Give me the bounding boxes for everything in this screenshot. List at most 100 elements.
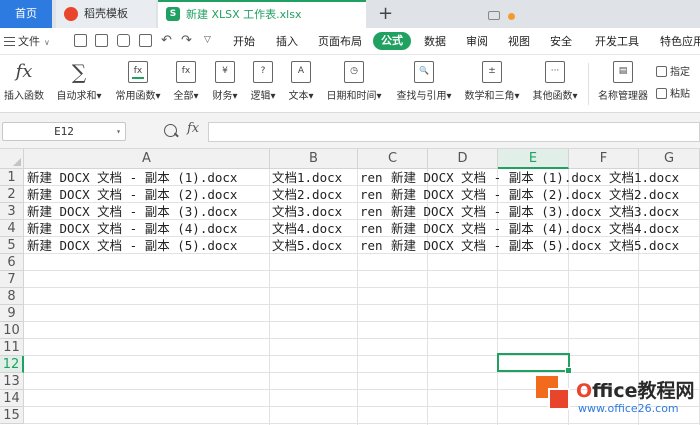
redo-icon[interactable]: ↷ [180,34,193,47]
menu-security[interactable]: 安全 [550,28,572,55]
menu-insert[interactable]: 插入 [276,28,298,55]
autosum-button[interactable]: ∑ 自动求和▾ [54,59,104,109]
row-header-5[interactable]: 5 [0,237,24,254]
column-header-f[interactable]: F [569,149,639,169]
math-trig-functions-button[interactable]: ± 数学和三角▾ [460,59,524,109]
chevron-down-icon: ∨ [44,38,50,47]
column-header-g[interactable]: G [639,149,700,169]
common-functions-button[interactable]: fx 常用函数▾ [112,59,164,109]
cell-d3[interactable]: 新建 DOCX 文档 - 副本 (3).docx 文档3.docx [391,203,700,220]
cell-d4[interactable]: 新建 DOCX 文档 - 副本 (4).docx 文档4.docx [391,220,700,237]
selected-cell-e12[interactable] [497,353,572,374]
tab-active-workbook[interactable]: S 新建 XLSX 工作表.xlsx [158,0,515,28]
save-icon[interactable] [74,34,87,47]
cell-a1[interactable]: 新建 DOCX 文档 - 副本 (1).docx [27,169,269,186]
zoom-icon[interactable] [164,124,177,137]
print-preview-icon[interactable] [139,34,152,47]
undo-icon[interactable]: ↶ [160,34,173,47]
logical-functions-button[interactable]: ? 逻辑▾ [246,59,280,109]
customize-quick-access-icon[interactable]: ▽ [201,34,214,47]
row-header-9[interactable]: 9 [0,305,24,322]
column-header-a[interactable]: A [24,149,270,169]
text-icon: A [291,61,311,83]
row-header-2[interactable]: 2 [0,186,24,203]
cell-b1[interactable]: 文档1.docx [272,169,356,186]
cell-c1[interactable]: ren [360,169,388,186]
paste-names-button[interactable]: 粘贴 [656,85,690,100]
row-header-8[interactable]: 8 [0,288,24,305]
row-header-12[interactable]: 12 [0,356,24,373]
file-menu-button[interactable]: 文件 ∨ [4,33,50,49]
button-label: 粘贴 [670,89,690,100]
cell-a5[interactable]: 新建 DOCX 文档 - 副本 (5).docx [27,237,269,254]
menu-start[interactable]: 开始 [233,28,255,55]
menu-review[interactable]: 审阅 [466,28,488,55]
date-time-functions-button[interactable]: ◷ 日期和时间▾ [322,59,386,109]
cell-a3[interactable]: 新建 DOCX 文档 - 副本 (3).docx [27,203,269,220]
select-all-corner[interactable] [0,149,24,169]
menu-featured-apps[interactable]: 特色应用 [660,28,700,55]
cell-c3[interactable]: ren [360,203,388,220]
lookup-reference-functions-button[interactable]: 🔍 查找与引用▾ [392,59,456,109]
cell-a2[interactable]: 新建 DOCX 文档 - 副本 (2).docx [27,186,269,203]
cell-a4[interactable]: 新建 DOCX 文档 - 副本 (4).docx [27,220,269,237]
grid-line [24,304,700,305]
row-header-1[interactable]: 1 [0,169,24,186]
column-header-d[interactable]: D [428,149,498,169]
menu-formulas[interactable]: 公式 [373,32,411,50]
button-label: 名称管理器 [598,91,648,102]
insert-function-icon[interactable]: fx [187,121,199,136]
insert-function-button[interactable]: fx 插入函数 [2,59,46,109]
menu-developer-tools[interactable]: 开发工具 [595,28,639,55]
cell-b2[interactable]: 文档2.docx [272,186,356,203]
cell-d5[interactable]: 新建 DOCX 文档 - 副本 (5).docx 文档5.docx [391,237,700,254]
print-icon[interactable] [117,34,130,47]
financial-functions-button[interactable]: ¥ 财务▾ [208,59,242,109]
export-icon[interactable] [95,34,108,47]
icon-glyph: 🔍 [419,66,429,75]
column-header-e[interactable]: E [498,149,569,169]
icon-glyph: ··· [550,66,560,76]
row-header-4[interactable]: 4 [0,220,24,237]
menu-view[interactable]: 视图 [508,28,530,55]
cell-b4[interactable]: 文档4.docx [272,220,356,237]
row-header-7[interactable]: 7 [0,271,24,288]
cell-b3[interactable]: 文档3.docx [272,203,356,220]
row-header-10[interactable]: 10 [0,322,24,339]
hamburger-icon [4,37,15,46]
all-functions-button[interactable]: fx 全部▾ [170,59,202,109]
cell-c2[interactable]: ren [360,186,388,203]
row-header-6[interactable]: 6 [0,254,24,271]
new-tab-button[interactable]: + [378,2,393,26]
menu-data[interactable]: 数据 [424,28,446,55]
grid-line [357,169,358,425]
text-functions-button[interactable]: A 文本▾ [284,59,318,109]
row-header-13[interactable]: 13 [0,373,24,390]
tab-home[interactable]: 首页 [0,0,52,28]
cell-c4[interactable]: ren [360,220,388,237]
formula-input[interactable] [208,122,700,142]
tab-docer-templates[interactable]: 稻壳模板 [56,0,156,28]
button-label: 常用函数▾ [115,91,161,102]
menu-page-layout[interactable]: 页面布局 [318,28,362,55]
define-name-button[interactable]: 指定 [656,63,690,78]
column-header-b[interactable]: B [270,149,358,169]
row-header-15[interactable]: 15 [0,407,24,424]
name-box[interactable]: E12 ▾ [2,122,126,141]
cell-b5[interactable]: 文档5.docx [272,237,356,254]
monitor-icon[interactable] [488,11,500,20]
grid-line [269,169,270,425]
cell-d1[interactable]: 新建 DOCX 文档 - 副本 (1).docx 文档1.docx [391,169,700,186]
cell-c5[interactable]: ren [360,237,388,254]
other-functions-button[interactable]: ··· 其他函数▾ [528,59,582,109]
formula-bar: E12 ▾ fx [0,113,700,149]
icon-glyph: ¥ [222,66,228,76]
chevron-down-icon[interactable]: ▾ [116,123,121,140]
cell-d2[interactable]: 新建 DOCX 文档 - 副本 (2).docx 文档2.docx [391,186,700,203]
row-header-11[interactable]: 11 [0,339,24,356]
column-header-c[interactable]: C [358,149,428,169]
row-header-14[interactable]: 14 [0,390,24,407]
button-label: 逻辑▾ [250,91,276,102]
name-manager-button[interactable]: ▤ 名称管理器 [596,59,650,109]
row-header-3[interactable]: 3 [0,203,24,220]
